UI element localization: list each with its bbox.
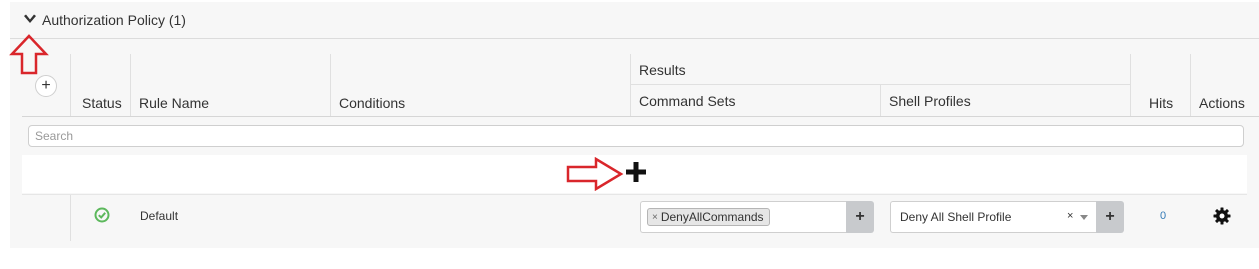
header-shell-profiles[interactable]: Shell Profiles xyxy=(889,93,971,109)
command-set-tag: × DenyAllCommands xyxy=(647,208,770,226)
plus-icon: + xyxy=(1105,208,1115,225)
caret-down-icon[interactable] xyxy=(1080,215,1088,220)
annotation-up-arrow-icon xyxy=(9,34,49,75)
header-actions: Actions xyxy=(1199,95,1245,111)
header-status[interactable]: Status xyxy=(82,95,122,111)
clear-icon[interactable]: × xyxy=(1067,210,1073,222)
plus-icon: + xyxy=(855,208,865,225)
hits-count[interactable]: 0 xyxy=(1160,210,1166,222)
header-hits[interactable]: Hits xyxy=(1149,95,1173,111)
section-header[interactable]: Authorization Policy (1) xyxy=(22,10,186,30)
command-set-label: DenyAllCommands xyxy=(660,210,764,224)
search-wrapper xyxy=(28,125,1244,147)
add-shell-profile-button[interactable]: + xyxy=(1096,201,1124,233)
section-divider xyxy=(10,38,1259,39)
rule-name[interactable]: Default xyxy=(140,209,178,223)
chevron-down-icon[interactable] xyxy=(22,12,38,28)
section-title: Authorization Policy (1) xyxy=(42,12,186,28)
header-results: Results xyxy=(639,62,686,78)
shell-profile-select[interactable]: Deny All Shell Profile × xyxy=(890,201,1096,233)
check-circle-icon xyxy=(94,207,110,223)
annotation-right-arrow-icon xyxy=(566,157,624,191)
plus-icon: + xyxy=(41,77,51,94)
search-input[interactable] xyxy=(28,125,1244,147)
header-rule-name[interactable]: Rule Name xyxy=(139,95,209,111)
header-command-sets[interactable]: Command Sets xyxy=(639,93,735,109)
add-rule-button[interactable]: + xyxy=(35,75,57,97)
remove-tag-icon[interactable]: × xyxy=(652,212,658,223)
add-command-set-button[interactable]: + xyxy=(846,201,874,233)
command-sets-field[interactable]: × DenyAllCommands xyxy=(640,201,846,233)
gear-icon[interactable] xyxy=(1213,207,1231,225)
header-conditions[interactable]: Conditions xyxy=(339,95,405,111)
plus-icon[interactable] xyxy=(626,162,646,182)
shell-profile-value: Deny All Shell Profile xyxy=(900,210,1012,224)
